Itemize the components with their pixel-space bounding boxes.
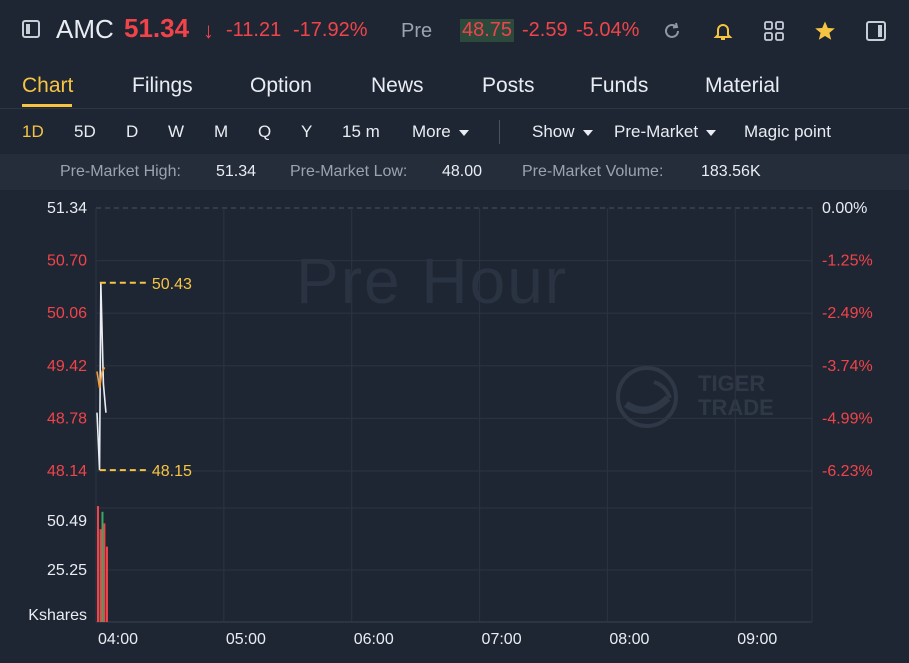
volume-axis-label: 50.49 bbox=[47, 513, 87, 530]
time-axis-label: 08:00 bbox=[609, 631, 649, 648]
show-label: Show bbox=[532, 122, 575, 141]
volume-bar bbox=[105, 546, 108, 622]
tab-option[interactable]: Option bbox=[250, 74, 312, 98]
show-dropdown[interactable]: Show bbox=[532, 122, 593, 142]
pre-market-change-pct: -5.04% bbox=[576, 19, 640, 41]
chevron-down-icon bbox=[706, 129, 717, 136]
pre-market-stats: Pre-Market High: 51.34 Pre-Market Low: 4… bbox=[0, 154, 909, 190]
more-dropdown[interactable]: More bbox=[412, 122, 469, 142]
last-price: 51.34 bbox=[124, 13, 190, 43]
price-axis-label: 48.14 bbox=[47, 463, 87, 480]
pre-market-label: Pre bbox=[401, 20, 433, 42]
price-markers: 50.43 48.15 bbox=[99, 276, 192, 480]
high-price-marker-label: 50.43 bbox=[152, 276, 192, 293]
star-icon[interactable] bbox=[814, 20, 836, 42]
pre-volume-label: Pre-Market Volume: bbox=[522, 163, 664, 180]
tab-news[interactable]: News bbox=[371, 74, 424, 98]
period-q[interactable]: Q bbox=[258, 122, 271, 142]
bell-icon[interactable] bbox=[712, 20, 734, 42]
time-axis-label: 07:00 bbox=[482, 631, 522, 648]
tab-chart[interactable]: Chart bbox=[22, 74, 73, 98]
pre-high-label: Pre-Market High: bbox=[60, 163, 181, 180]
price-axis-label: 51.34 bbox=[47, 200, 87, 217]
time-axis-label: 05:00 bbox=[226, 631, 266, 648]
time-axis-label: 06:00 bbox=[354, 631, 394, 648]
chevron-down-icon bbox=[582, 129, 593, 136]
volume-bar bbox=[103, 523, 106, 622]
volume-axis-label: 25.25 bbox=[47, 562, 87, 579]
percent-axis-label: 0.00% bbox=[822, 200, 867, 217]
volume-bar bbox=[97, 506, 99, 622]
pre-low-label: Pre-Market Low: bbox=[290, 163, 408, 180]
toolbar-divider bbox=[499, 120, 500, 144]
tab-filings[interactable]: Filings bbox=[132, 74, 193, 98]
price-change: -11.21 bbox=[226, 19, 282, 41]
pre-market-label: Pre-Market bbox=[614, 122, 699, 141]
percent-axis-label: -1.25% bbox=[822, 253, 873, 270]
more-label: More bbox=[412, 122, 451, 141]
volume-bar bbox=[101, 511, 104, 622]
price-change-pct: -17.92% bbox=[293, 19, 368, 41]
price-axis-label: 50.70 bbox=[47, 253, 87, 270]
price-axis-label: 48.78 bbox=[47, 410, 87, 427]
ticker-symbol: AMC bbox=[56, 14, 114, 44]
percent-axis-label: -6.23% bbox=[822, 463, 873, 480]
price-axis-label: 50.06 bbox=[47, 305, 87, 322]
percent-axis-label: -3.74% bbox=[822, 358, 873, 375]
pre-volume-value: 183.56K bbox=[701, 163, 761, 180]
percent-axis-label: -2.49% bbox=[822, 305, 873, 322]
period-w[interactable]: W bbox=[168, 122, 184, 142]
pre-high-value: 51.34 bbox=[216, 163, 257, 180]
price-lines bbox=[96, 282, 107, 471]
time-axis-label: 04:00 bbox=[98, 631, 138, 648]
tab-material[interactable]: Material bbox=[705, 74, 780, 98]
period-15m[interactable]: 15 m bbox=[342, 122, 380, 142]
period-5d[interactable]: 5D bbox=[74, 122, 96, 142]
volume-bars bbox=[97, 506, 108, 622]
volume-bar bbox=[99, 529, 102, 622]
tab-funds[interactable]: Funds bbox=[590, 74, 648, 98]
percent-axis-label: -4.99% bbox=[822, 410, 873, 427]
period-1d[interactable]: 1D bbox=[22, 122, 44, 142]
chart-axes: 51.34 0.00% 50.70 -1.25% 50.06 -2.49% 49.42 -3.… bbox=[28, 200, 872, 648]
sidebar-icon[interactable] bbox=[865, 20, 887, 42]
price-chart[interactable]: 51.34 0.00% 50.70 -1.25% 50.06 -2.49% 49.42 -3.… bbox=[0, 190, 909, 663]
low-price-marker-label: 48.15 bbox=[152, 463, 192, 480]
pre-market-dropdown[interactable]: Pre-Market bbox=[614, 122, 717, 142]
top-bar: AMC 51.34 ↓ -11.21 -17.92% Pre 48.75 -2.… bbox=[0, 0, 909, 62]
price-axis-label: 49.42 bbox=[47, 358, 87, 375]
magic-point-button[interactable]: Magic point bbox=[744, 122, 831, 142]
volume-unit-label: Kshares bbox=[28, 607, 87, 624]
period-m[interactable]: M bbox=[214, 122, 228, 142]
pre-market-change: -2.59 bbox=[522, 19, 568, 41]
pre-market-price: 48.75 bbox=[460, 19, 515, 42]
tab-posts[interactable]: Posts bbox=[482, 74, 535, 98]
down-arrow-icon: ↓ bbox=[203, 18, 214, 43]
time-axis-label: 09:00 bbox=[737, 631, 777, 648]
chart-grid bbox=[95, 207, 813, 623]
period-d[interactable]: D bbox=[126, 122, 138, 142]
period-toolbar: 1D 5D D W M Q Y 15 m More Show Pre-Marke… bbox=[0, 108, 909, 154]
tab-bar: Chart Filings Option News Posts Funds Ma… bbox=[0, 62, 909, 109]
pre-low-value: 48.00 bbox=[442, 163, 483, 180]
period-y[interactable]: Y bbox=[301, 122, 312, 142]
panel-icon[interactable] bbox=[22, 20, 40, 38]
chevron-down-icon bbox=[458, 129, 469, 136]
grid-icon[interactable] bbox=[763, 20, 785, 42]
refresh-icon[interactable] bbox=[661, 20, 683, 42]
active-tab-indicator bbox=[22, 104, 72, 107]
